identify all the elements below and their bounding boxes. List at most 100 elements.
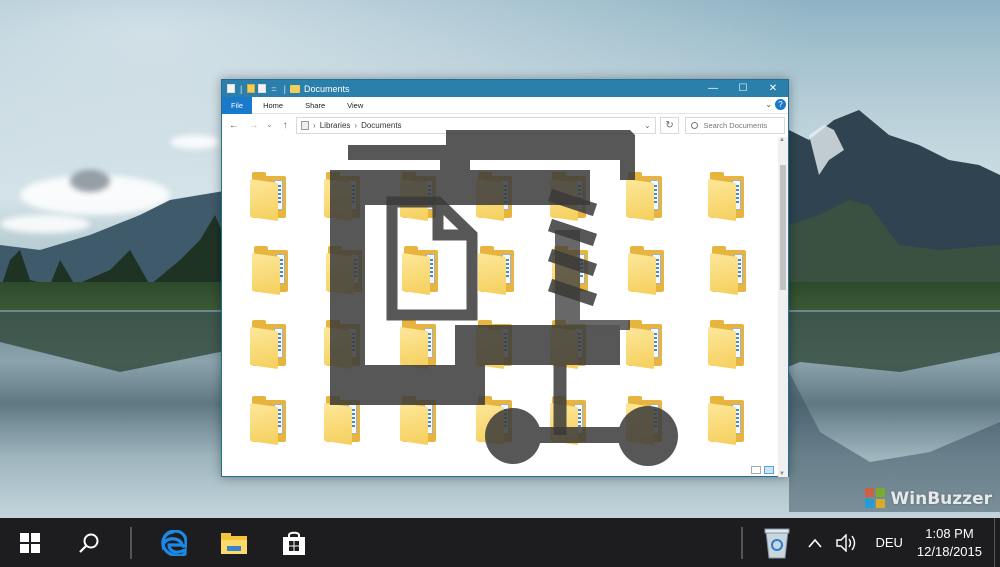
properties-icon[interactable] [227,84,235,93]
refresh-icon[interactable]: ↻ [659,116,680,134]
folder-icon[interactable] [552,245,592,295]
folder-icon[interactable] [476,319,516,369]
close-button[interactable]: ✕ [758,83,788,94]
tab-home[interactable]: Home [252,97,294,114]
tab-view[interactable]: View [336,97,374,114]
scroll-up-icon[interactable]: ▲ [779,137,785,143]
minimize-button[interactable]: — [698,83,728,94]
folder-icon[interactable] [250,171,290,221]
show-desktop-button[interactable] [994,518,1000,567]
taskbar-app-store[interactable] [264,518,324,567]
breadcrumb-separator-icon[interactable]: › [354,121,357,130]
folder-icon[interactable] [400,319,440,369]
folder-icon[interactable] [478,245,518,295]
chevron-up-icon [808,538,823,548]
search-icon [691,121,699,129]
expand-ribbon-chevron-icon[interactable]: ⌄ [765,100,772,109]
clock-time: 1:08 PM [925,525,974,541]
clock-date: 12/18/2015 [916,543,982,559]
folder-icon[interactable] [626,395,666,445]
window-title: Documents [303,83,350,94]
scrollbar-thumb[interactable] [780,165,786,290]
back-arrow-icon[interactable]: ← [225,120,243,131]
folder-icon[interactable] [708,171,748,221]
tab-file[interactable]: File [222,96,253,114]
search-box[interactable]: Search Documents [685,116,786,134]
taskbar-app-edge[interactable] [144,518,204,567]
folder-icon[interactable] [550,171,590,221]
folder-icon[interactable] [708,319,748,369]
large-icons-view-icon[interactable] [764,466,774,474]
quick-access-toolbar: | = | [222,84,288,94]
tab-share[interactable]: Share [294,97,336,114]
recycle-bin-icon [764,528,790,558]
folder-icon[interactable] [402,245,442,295]
title-bar[interactable]: | = | Documents — ☐ ✕ [222,80,788,97]
cloud [170,135,220,149]
folder-icon[interactable] [626,319,666,369]
speaker-icon [836,533,856,552]
file-explorer-icon [221,532,247,554]
folder-icon[interactable] [400,171,440,221]
window-controls: — ☐ ✕ [698,83,788,94]
start-button[interactable] [0,518,60,567]
checkbox-icon[interactable] [258,84,267,93]
file-explorer-window[interactable]: | = | Documents — ☐ ✕ File Home Share Vi… [221,79,789,477]
mountains-left [0,190,230,290]
breadcrumb-separator-icon[interactable]: › [313,121,316,130]
recent-locations-chevron-icon[interactable]: ⌄ [264,121,274,129]
up-arrow-icon[interactable]: ↑ [276,120,294,131]
taskbar: DEU 1:08 PM 12/18/2015 [0,518,1000,567]
recycle-bin-button[interactable] [753,527,801,559]
qa-dropdown-icon[interactable]: = [271,84,276,94]
folder-icon[interactable] [550,395,590,445]
folder-icon[interactable] [626,171,666,221]
search-icon [79,533,99,553]
show-hidden-icons-button[interactable] [801,538,829,548]
search-button[interactable] [60,518,118,567]
maximize-button[interactable]: ☐ [728,83,758,94]
mountains-right [789,110,1000,285]
forward-arrow-icon[interactable]: → [245,120,263,131]
system-tray: DEU 1:08 PM 12/18/2015 [741,518,1000,567]
taskbar-separator [130,526,132,559]
address-dropdown-icon[interactable]: ⌄ [644,121,651,130]
qa-separator: | [240,83,243,94]
folder-icon[interactable] [708,395,748,445]
help-button[interactable]: ? [775,99,786,110]
windows-logo-icon [20,532,40,553]
folder-icon[interactable] [250,395,290,445]
folder-icon[interactable] [250,319,290,369]
view-toggle [751,466,774,474]
folder-icon [289,84,300,93]
winbuzzer-watermark: WinBuzzer [864,488,992,510]
file-list [222,137,780,477]
folder-icon[interactable] [324,171,364,221]
taskbar-app-file-explorer[interactable] [204,518,264,567]
new-folder-icon[interactable] [247,84,256,93]
qa-separator: | [283,83,286,94]
folder-icon[interactable] [476,171,516,221]
vertical-scrollbar[interactable]: ▲ ▼ [778,137,788,477]
folder-icon[interactable] [252,245,292,295]
breadcrumb-libraries[interactable]: Libraries [320,121,351,130]
edge-icon [161,529,187,556]
folder-icon[interactable] [326,245,366,295]
folder-icon[interactable] [400,395,440,445]
input-language-indicator[interactable]: DEU [865,535,912,550]
folder-icon[interactable] [476,395,516,445]
details-view-icon[interactable] [751,466,761,474]
folder-icon[interactable] [710,245,750,295]
folder-icon[interactable] [550,319,590,369]
libraries-icon [301,120,310,130]
scroll-down-icon[interactable]: ▼ [779,471,785,477]
cloud [70,170,110,192]
folder-icon[interactable] [628,245,668,295]
folder-icon[interactable] [324,319,364,369]
address-bar[interactable]: › Libraries › Documents ⌄ [296,116,656,134]
volume-button[interactable] [829,533,865,552]
folder-icon[interactable] [324,395,364,445]
tray-separator [741,526,744,559]
breadcrumb-documents[interactable]: Documents [361,121,401,130]
clock[interactable]: 1:08 PM 12/18/2015 [913,525,994,561]
